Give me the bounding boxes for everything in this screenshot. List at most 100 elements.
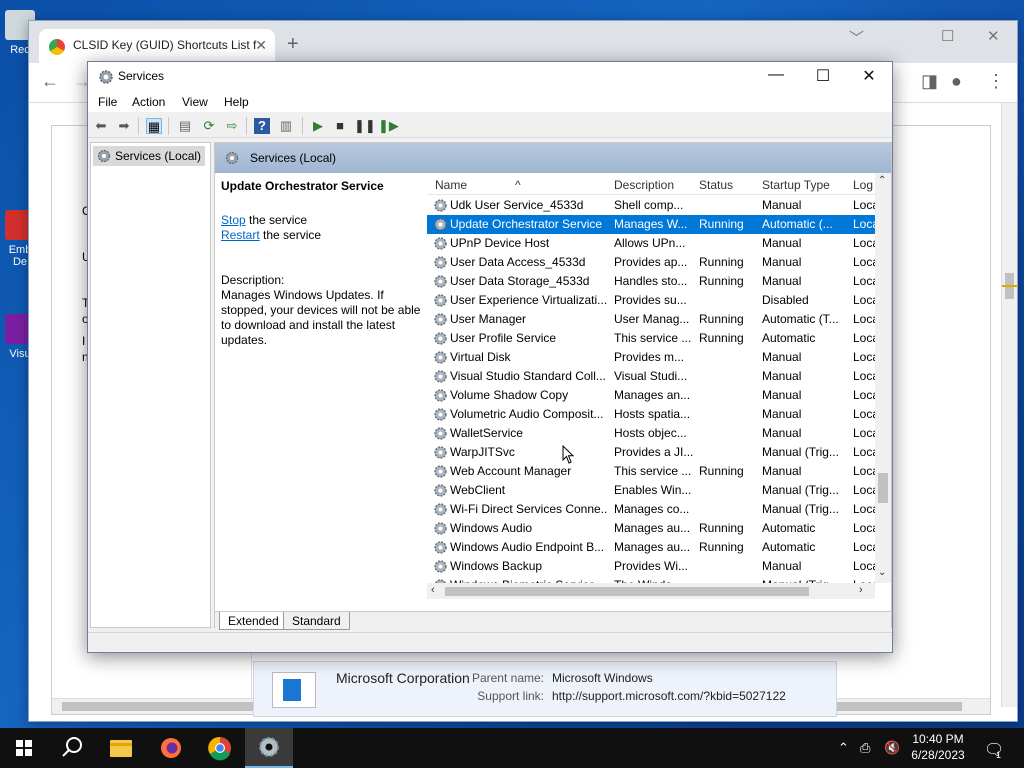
maximize-icon[interactable]: ☐: [941, 27, 954, 45]
table-row[interactable]: UPnP Device Host Allows UPn... Manual Loca: [427, 234, 875, 253]
service-name: Udk User Service_4533d: [450, 198, 584, 212]
forward-arrow-icon[interactable]: ➡: [116, 118, 132, 134]
tree-item-services-local[interactable]: Services (Local): [93, 146, 205, 166]
menu-help[interactable]: Help: [224, 95, 249, 109]
services-gear-icon: [99, 70, 113, 84]
taskbar-firefox[interactable]: [147, 728, 195, 768]
table-row[interactable]: User Experience Virtualizati... Provides …: [427, 291, 875, 310]
table-row[interactable]: User Data Storage_4533d Handles sto... Run…: [427, 272, 875, 291]
tab-standard[interactable]: Standard: [283, 612, 350, 630]
back-arrow-icon[interactable]: ⬅: [93, 118, 109, 134]
start-service-icon[interactable]: ▶: [310, 118, 326, 134]
table-row[interactable]: Update Orchestrator Service Manages W... R…: [427, 215, 875, 234]
stop-service-icon[interactable]: ■: [332, 118, 348, 134]
close-tab-icon[interactable]: ✕: [255, 37, 267, 54]
restart-service-link[interactable]: Restart: [221, 228, 260, 242]
menu-icon[interactable]: ⋮: [987, 71, 1005, 92]
minimize-button[interactable]: —: [753, 66, 799, 90]
table-row[interactable]: Web Account Manager This service ... Runni…: [427, 462, 875, 481]
service-status: Running: [699, 274, 744, 288]
service-gear-icon: [434, 560, 447, 573]
start-button[interactable]: [0, 728, 48, 768]
profile-icon[interactable]: ●: [951, 71, 962, 92]
mouse-cursor-icon: [562, 445, 575, 464]
table-row[interactable]: WebClient Enables Win... Manual (Trig... Lo…: [427, 481, 875, 500]
refresh-icon[interactable]: ⟳: [201, 118, 217, 134]
service-status: Running: [699, 464, 744, 478]
table-row[interactable]: Visual Studio Standard Coll... Visual Stu…: [427, 367, 875, 386]
table-row[interactable]: Volumetric Audio Composit... Hosts spatia…: [427, 405, 875, 424]
service-name: User Data Access_4533d: [450, 255, 586, 269]
menu-file[interactable]: File: [98, 95, 117, 109]
service-description: Visual Studi...: [614, 369, 688, 383]
start-icon: [16, 740, 32, 756]
table-row[interactable]: Virtual Disk Provides m... Manual Loca: [427, 348, 875, 367]
service-startup-type: Manual (Trig...: [762, 483, 839, 497]
console-tree-icon[interactable]: ▦: [146, 118, 162, 134]
export-list-icon[interactable]: ⇨: [224, 118, 240, 134]
maximize-button[interactable]: ☐: [800, 66, 846, 90]
network-icon[interactable]: ⎙: [860, 740, 870, 756]
service-gear-icon: [434, 503, 447, 516]
table-row[interactable]: WarpJITSvc Provides a JI... Manual (Trig..…: [427, 443, 875, 462]
taskbar-file-explorer[interactable]: [97, 728, 145, 768]
taskbar-chrome[interactable]: [196, 728, 244, 768]
table-row[interactable]: User Manager User Manag... Running Automati…: [427, 310, 875, 329]
list-vertical-scrollbar[interactable]: ⌃ ⌄: [875, 173, 891, 583]
table-row[interactable]: User Data Access_4533d Provides ap... Runn…: [427, 253, 875, 272]
menu-action[interactable]: Action: [132, 95, 165, 109]
close-button[interactable]: ✕: [846, 66, 892, 90]
service-description: Manages an...: [614, 388, 691, 402]
tab-search-icon[interactable]: ﹀: [849, 27, 864, 48]
pause-service-icon[interactable]: ❚❚: [354, 118, 376, 134]
column-log-on-as[interactable]: Log: [853, 178, 873, 192]
properties-icon[interactable]: ▤: [177, 118, 193, 134]
tab-extended[interactable]: Extended: [219, 612, 288, 630]
column-name[interactable]: Name: [435, 178, 467, 192]
page-vertical-scrollbar[interactable]: [1001, 103, 1018, 707]
back-icon[interactable]: ←: [41, 71, 59, 92]
table-row[interactable]: Windows Audio Manages au... Running Automat…: [427, 519, 875, 538]
service-description: Enables Win...: [614, 483, 692, 497]
chrome-tab-active[interactable]: CLSID Key (GUID) Shortcuts List f ✕: [39, 29, 275, 63]
stop-service-link[interactable]: Stop: [221, 213, 246, 227]
taskbar-services[interactable]: [245, 728, 293, 768]
service-log-on-as: Loca: [853, 464, 875, 478]
column-startup-type[interactable]: Startup Type: [762, 178, 830, 192]
new-tab-button[interactable]: +: [287, 33, 299, 56]
list-horizontal-scrollbar[interactable]: ‹ ›: [427, 583, 875, 599]
support-link-value[interactable]: http://support.microsoft.com/?kbid=50271…: [552, 689, 786, 703]
table-row[interactable]: Udk User Service_4533d Shell comp... Manua…: [427, 196, 875, 215]
column-description[interactable]: Description: [614, 178, 674, 192]
support-link-label: Support link:: [477, 689, 544, 703]
close-icon[interactable]: ✕: [987, 27, 1000, 45]
service-description: Manages co...: [614, 502, 690, 516]
services-titlebar[interactable]: Services — ☐ ✕: [88, 62, 892, 92]
table-row[interactable]: Windows Audio Endpoint B... Manages au...…: [427, 538, 875, 557]
selected-service-title: Update Orchestrator Service: [221, 179, 384, 193]
table-row[interactable]: Volume Shadow Copy Manages an... Manual Loc…: [427, 386, 875, 405]
search-button[interactable]: [48, 728, 96, 768]
clock-time: 10:40 PM: [912, 732, 964, 746]
notification-icon[interactable]: 🗨: [984, 740, 1004, 760]
menu-bar: File Action View Help: [88, 92, 892, 112]
file-explorer-icon: [110, 740, 132, 757]
table-row[interactable]: Windows Backup Provides Wi... Manual Loca: [427, 557, 875, 576]
show-hidden-icons[interactable]: ⌃: [838, 740, 849, 756]
service-startup-type: Manual: [762, 198, 802, 212]
show-hide-icon[interactable]: ▥: [278, 118, 294, 134]
sidepanel-icon[interactable]: ◨: [921, 71, 938, 92]
service-status: Running: [699, 521, 744, 535]
table-row[interactable]: WalletService Hosts objec... Manual Loca: [427, 424, 875, 443]
volume-muted-icon[interactable]: 🔇: [884, 740, 900, 756]
column-status[interactable]: Status: [699, 178, 733, 192]
table-row[interactable]: User Profile Service This service ... Runn…: [427, 329, 875, 348]
window-title: Services: [118, 69, 165, 83]
service-gear-icon: [434, 218, 447, 231]
menu-view[interactable]: View: [182, 95, 208, 109]
table-row[interactable]: Wi-Fi Direct Services Conne... Manages co…: [427, 500, 875, 519]
taskbar-clock[interactable]: 10:40 PM 6/28/2023: [908, 731, 968, 763]
restart-service-icon[interactable]: ❚▶: [378, 118, 399, 134]
service-name: Windows Backup: [450, 559, 543, 573]
help-icon[interactable]: ?: [254, 118, 270, 134]
